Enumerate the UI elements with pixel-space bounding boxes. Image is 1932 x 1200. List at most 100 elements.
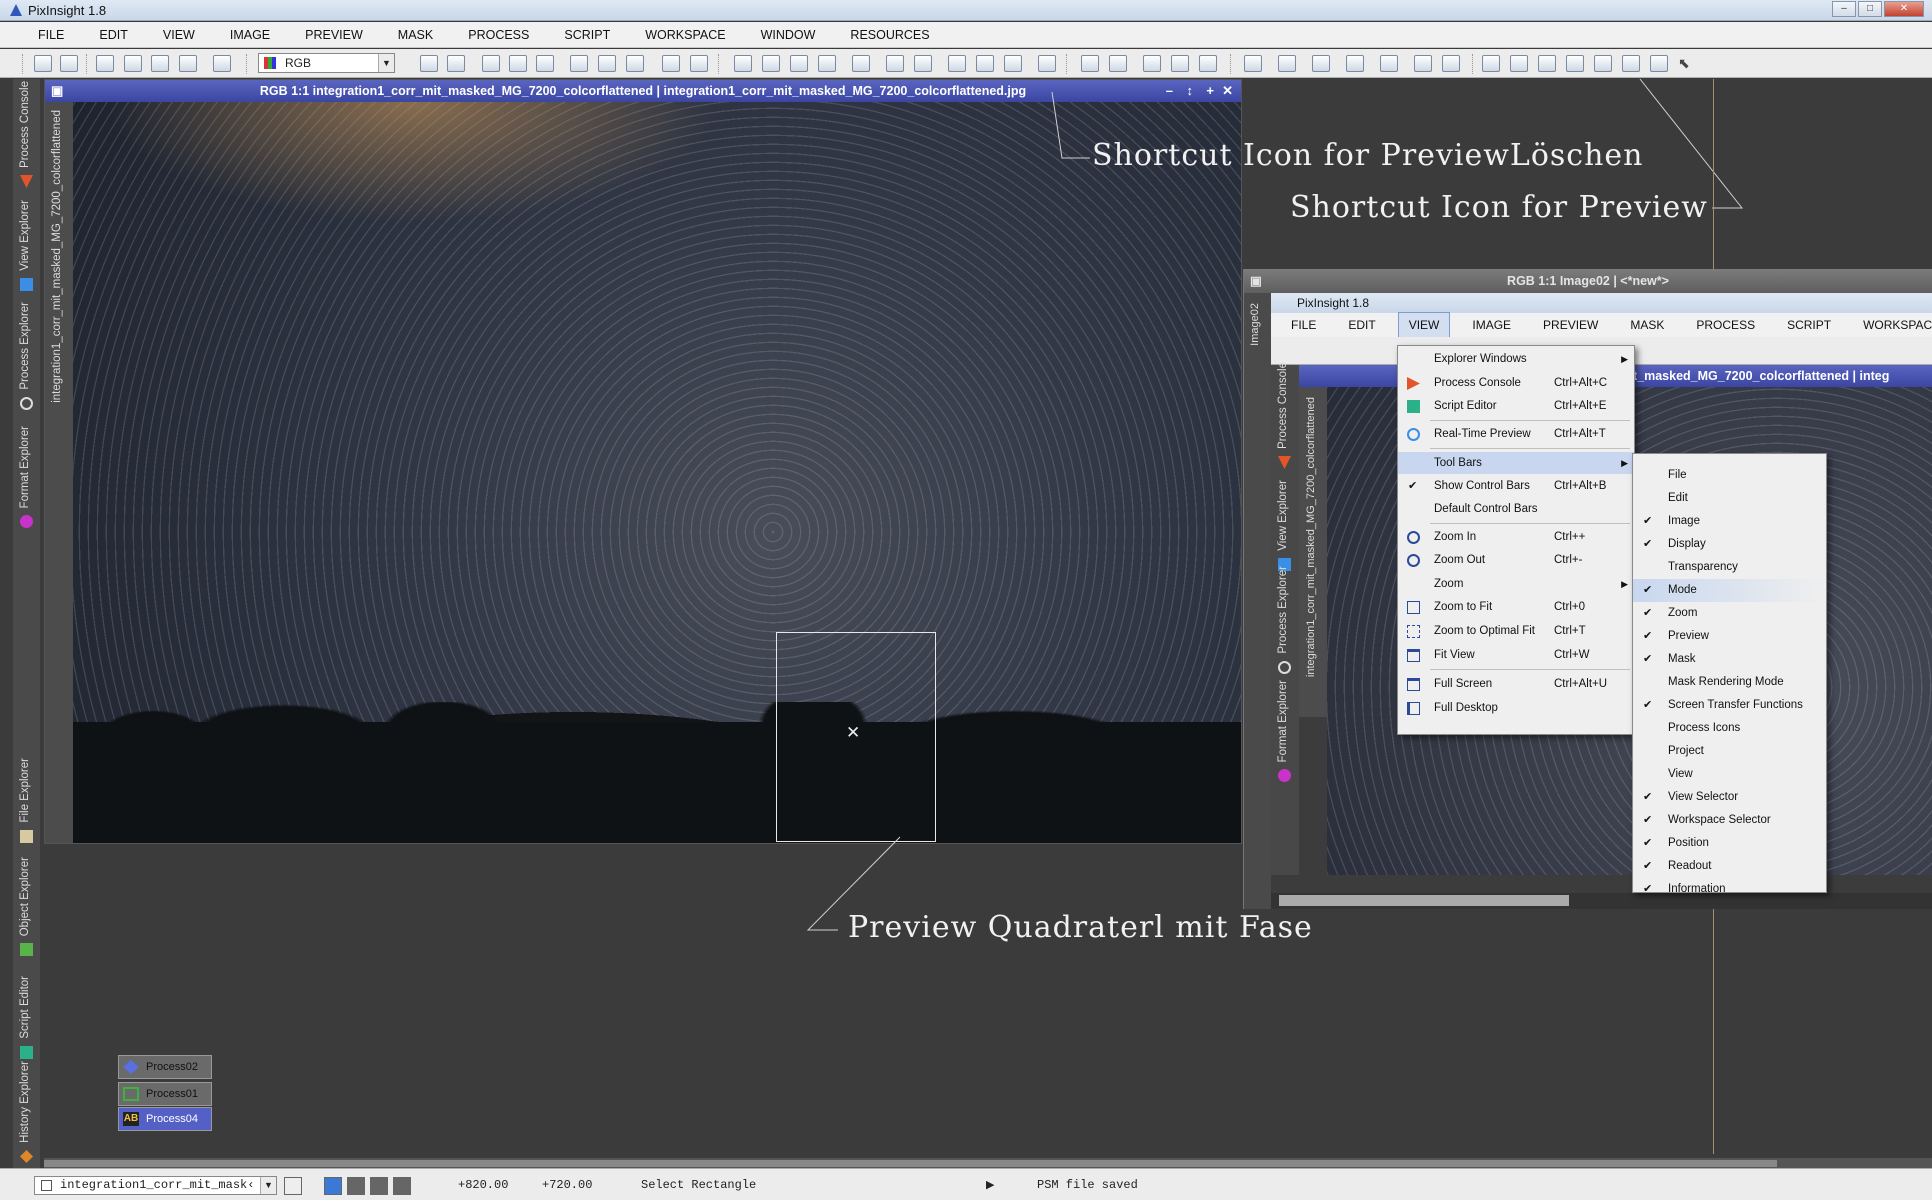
zoom-out-icon[interactable] bbox=[447, 55, 465, 72]
menu-process[interactable]: PROCESS bbox=[456, 28, 552, 42]
view-selector[interactable]: integration1_corr_mit_mask‹ ▼ bbox=[34, 1176, 277, 1195]
toolbar-item-stf[interactable]: ✔ Screen Transfer Functions bbox=[1633, 694, 1826, 717]
readout-mode-icon[interactable] bbox=[1482, 55, 1500, 72]
fit-view-icon[interactable] bbox=[626, 55, 644, 72]
view-menu-item-full-screen[interactable]: Full Screen Ctrl+Alt+U bbox=[1398, 673, 1634, 695]
center-mode-icon[interactable] bbox=[1566, 55, 1584, 72]
display-1-icon[interactable] bbox=[1244, 55, 1262, 72]
workspace-3-icon[interactable] bbox=[370, 1177, 388, 1195]
image-window-titlebar[interactable]: ▣ RGB 1:1 integration1_corr_mit_masked_M… bbox=[45, 80, 1241, 102]
toolbar-item-image[interactable]: ✔ Image bbox=[1633, 510, 1826, 533]
close-icon[interactable]: ✕ bbox=[1222, 80, 1233, 102]
zoom-mode-icon[interactable] bbox=[1510, 55, 1528, 72]
color-mode-select[interactable]: RGB ▼ bbox=[258, 53, 395, 73]
stf-3-icon[interactable] bbox=[1143, 55, 1161, 72]
inset-image-side-tab[interactable]: integration1_corr_mit_masked_MG_7200_col… bbox=[1299, 387, 1327, 717]
window-menu-icon[interactable]: ▣ bbox=[1250, 269, 1262, 293]
scroll-thumb[interactable] bbox=[1279, 895, 1569, 906]
view-menu-item-tool-bars[interactable]: Tool Bars ▶ bbox=[1398, 452, 1634, 474]
full-desktop-icon[interactable] bbox=[690, 55, 708, 72]
process-icon-process04[interactable]: AB Process04 bbox=[118, 1107, 212, 1131]
mask-tool-3-icon[interactable] bbox=[948, 55, 966, 72]
toolbar-item-display[interactable]: ✔ Display bbox=[1633, 533, 1826, 556]
zoom-fit-icon[interactable] bbox=[570, 55, 588, 72]
pointer-icon[interactable]: ⬉ bbox=[1678, 55, 1696, 72]
display-7-icon[interactable] bbox=[1442, 55, 1460, 72]
toolbar-item-view[interactable]: View bbox=[1633, 763, 1826, 786]
redo-icon[interactable] bbox=[60, 55, 78, 72]
toolbar-item-process-icons[interactable]: Process Icons bbox=[1633, 717, 1826, 740]
inset-tab-process-explorer[interactable]: Process Explorer bbox=[1271, 566, 1298, 680]
inset-tab-format-explorer[interactable]: Format Explorer bbox=[1271, 680, 1298, 788]
move-mode-icon[interactable] bbox=[1594, 55, 1612, 72]
workspace-view-icon[interactable] bbox=[284, 1177, 302, 1195]
workspace-1-icon[interactable] bbox=[324, 1177, 342, 1195]
mask-tool-1-icon[interactable] bbox=[886, 55, 904, 72]
view-menu-item-show-control-bars[interactable]: ✔ Show Control Bars Ctrl+Alt+B bbox=[1398, 475, 1634, 497]
toolbar-item-file[interactable]: File bbox=[1633, 464, 1826, 487]
maximize-icon[interactable]: □ bbox=[1858, 1, 1882, 17]
inset-scrollbar[interactable] bbox=[1271, 893, 1932, 909]
preview-tool-2-icon[interactable] bbox=[762, 55, 780, 72]
stf-5-icon[interactable] bbox=[1199, 55, 1217, 72]
toolbar-item-mode[interactable]: ✔ Mode bbox=[1633, 579, 1826, 602]
inset-menu-edit[interactable]: EDIT bbox=[1338, 313, 1385, 337]
inset-titlebar[interactable]: ▣ RGB 1:1 Image02 | <*new*> bbox=[1244, 269, 1932, 293]
zoom-3-icon[interactable] bbox=[536, 55, 554, 72]
tab-format-explorer[interactable]: Format Explorer bbox=[13, 419, 40, 534]
toolbar-item-position[interactable]: ✔ Position bbox=[1633, 832, 1826, 855]
zoom-1-icon[interactable] bbox=[482, 55, 500, 72]
tab-history-explorer[interactable]: History Explorer bbox=[13, 1061, 40, 1169]
menu-workspace[interactable]: WORKSPACE bbox=[633, 28, 748, 42]
shade-icon[interactable]: ↕ bbox=[1187, 80, 1194, 102]
inset-tab-view-explorer[interactable]: View Explorer bbox=[1271, 477, 1298, 577]
inset-menu-image[interactable]: IMAGE bbox=[1462, 313, 1521, 337]
process-icon-process01[interactable]: Process01 bbox=[118, 1082, 212, 1106]
pan-mode-icon[interactable] bbox=[1538, 55, 1556, 72]
toolbar-item-preview[interactable]: ✔ Preview bbox=[1633, 625, 1826, 648]
menu-view[interactable]: VIEW bbox=[151, 28, 218, 42]
duplicate-icon[interactable] bbox=[213, 55, 231, 72]
inset-menu-preview[interactable]: PREVIEW bbox=[1533, 313, 1608, 337]
preview-tool-3-icon[interactable] bbox=[790, 55, 808, 72]
inset-menu-file[interactable]: FILE bbox=[1281, 313, 1326, 337]
inset-menu-view[interactable]: VIEW bbox=[1397, 312, 1451, 338]
mask-tool-6-icon[interactable] bbox=[1038, 55, 1056, 72]
new-preview-icon[interactable] bbox=[734, 55, 752, 72]
view-menu-item-zoom-in[interactable]: Zoom In Ctrl++ bbox=[1398, 526, 1634, 548]
display-3-icon[interactable] bbox=[1312, 55, 1330, 72]
toolbar-item-mask-rendering-mode[interactable]: Mask Rendering Mode bbox=[1633, 671, 1826, 694]
inset-menu-mask[interactable]: MASK bbox=[1620, 313, 1674, 337]
color-channel-icon[interactable] bbox=[179, 55, 197, 72]
view-menu-item-realtime-preview[interactable]: Real-Time Preview Ctrl+Alt+T bbox=[1398, 423, 1634, 445]
toolbar-item-edit[interactable]: Edit bbox=[1633, 487, 1826, 510]
menu-edit[interactable]: EDIT bbox=[87, 28, 150, 42]
stf-2-icon[interactable] bbox=[1109, 55, 1127, 72]
inset-side-tab[interactable]: Image02 bbox=[1244, 293, 1271, 909]
view-menu-item-default-control-bars[interactable]: Default Control Bars bbox=[1398, 498, 1634, 520]
toolbar-item-readout[interactable]: ✔ Readout bbox=[1633, 855, 1826, 878]
tab-view-explorer[interactable]: View Explorer bbox=[13, 197, 40, 297]
preview-tool-4-icon[interactable] bbox=[818, 55, 836, 72]
display-4-icon[interactable] bbox=[1346, 55, 1364, 72]
preview-rectangle[interactable]: ✕ bbox=[776, 632, 936, 842]
toolbar-item-transparency[interactable]: Transparency bbox=[1633, 556, 1826, 579]
menu-resources[interactable]: RESOURCES bbox=[838, 28, 952, 42]
zoom-2-icon[interactable] bbox=[509, 55, 527, 72]
menu-window[interactable]: WINDOW bbox=[749, 28, 839, 42]
inset-menu-script[interactable]: SCRIPT bbox=[1777, 313, 1841, 337]
menu-mask[interactable]: MASK bbox=[386, 28, 456, 42]
display-5-icon[interactable] bbox=[1380, 55, 1398, 72]
toolbar-item-mask[interactable]: ✔ Mask bbox=[1633, 648, 1826, 671]
channel-icon[interactable] bbox=[151, 55, 169, 72]
inset-tab-process-console[interactable]: Process Console bbox=[1271, 362, 1298, 475]
scroll-thumb[interactable] bbox=[44, 1160, 1777, 1167]
tab-process-explorer[interactable]: Process Explorer bbox=[13, 301, 40, 416]
tab-file-explorer[interactable]: File Explorer bbox=[13, 749, 40, 849]
display-6-icon[interactable] bbox=[1414, 55, 1432, 72]
star-trail-image[interactable]: ✕ bbox=[73, 102, 1241, 843]
full-screen-icon[interactable] bbox=[662, 55, 680, 72]
view-menu-item-full-desktop[interactable]: Full Desktop bbox=[1398, 697, 1634, 719]
menu-image[interactable]: IMAGE bbox=[218, 28, 293, 42]
maximize-icon[interactable]: + bbox=[1206, 80, 1214, 102]
